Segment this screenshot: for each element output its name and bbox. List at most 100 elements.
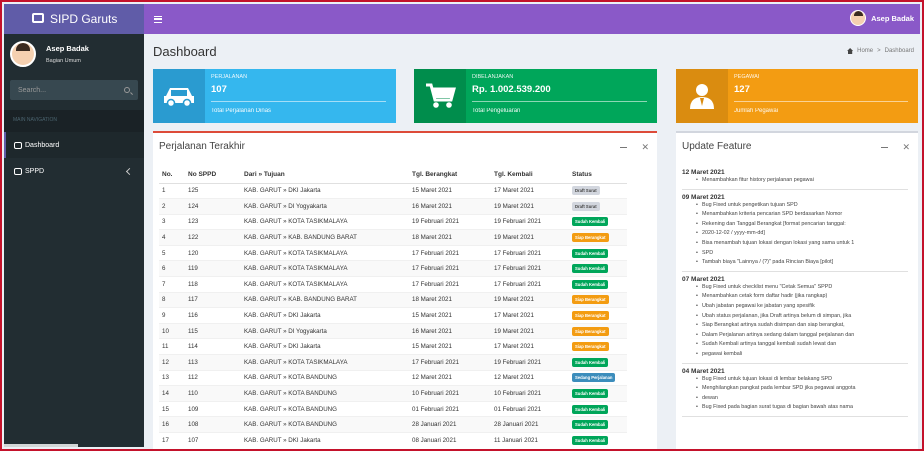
table-cell: 17 Maret 2021 <box>491 338 569 355</box>
table-cell: 19 Maret 2021 <box>491 229 569 246</box>
table-cell: KAB. GARUT » KOTA BANDUNG <box>241 416 409 433</box>
avatar <box>850 10 867 26</box>
collapse-icon[interactable] <box>881 147 889 149</box>
status-badge: Sudah Kembali <box>572 279 609 289</box>
table-cell: 17 Februari 2021 <box>409 276 491 293</box>
list-item: SPD <box>696 249 908 259</box>
table-cell: KAB. GARUT » KAB. BANDUNG BARAT <box>241 229 409 246</box>
table-cell: KAB. GARUT » KOTA BANDUNG <box>241 385 409 402</box>
table-cell: 01 Februari 2021 <box>409 400 491 417</box>
table-cell: 3 <box>159 213 185 230</box>
table-cell: 11 Januari 2021 <box>491 432 569 449</box>
table-cell: 6 <box>159 260 185 277</box>
navbar-user-name: Asep Badak <box>871 13 914 23</box>
table-cell: 115 <box>185 322 241 339</box>
collapse-icon[interactable] <box>620 147 628 149</box>
table-cell: 12 Maret 2021 <box>491 369 569 386</box>
avatar <box>10 41 36 67</box>
search-icon[interactable] <box>124 87 130 93</box>
table-row: 5 120 KAB. GARUT » KOTA TASIKMALAYA 17 Febr… <box>159 244 627 261</box>
table-cell: 122 <box>185 229 241 246</box>
app-logo[interactable]: SIPD Garuts <box>4 4 144 34</box>
table-cell: 13 <box>159 369 185 386</box>
col-departure: Tgl. Berangkat <box>409 167 491 184</box>
status-badge: Sudah Kembali <box>572 357 609 367</box>
table-cell: 28 Januari 2021 <box>409 416 491 433</box>
table-row: 7 118 KAB. GARUT » KOTA TASIKMALAYA 17 Febr… <box>159 276 627 293</box>
update-items: Bug Fixed untuk pengetikan tujuan SPDMen… <box>682 201 908 268</box>
table-cell: KAB. GARUT » KOTA TASIKMALAYA <box>241 354 409 371</box>
trips-panel-title: Perjalanan Terakhir <box>159 141 245 152</box>
table-cell: KAB. GARUT » KAB. BANDUNG BARAT <box>241 291 409 308</box>
table-cell: 124 <box>185 198 241 215</box>
table-cell: 17 Februari 2021 <box>491 276 569 293</box>
app-title: SIPD Garuts <box>50 12 118 26</box>
table-cell: 17 Februari 2021 <box>409 354 491 371</box>
list-item: Bug Fixed pada bagian surat tugas di bag… <box>696 403 908 413</box>
table-cell: 17 Maret 2021 <box>491 307 569 324</box>
table-cell: 1 <box>159 182 185 199</box>
table-cell: 17 Februari 2021 <box>491 260 569 277</box>
table-cell: 7 <box>159 276 185 293</box>
table-row: 17 107 KAB. GARUT » DKI Jakarta 08 Januari … <box>159 432 627 449</box>
table-cell: 15 Maret 2021 <box>409 307 491 324</box>
status-badge: Draft Surat <box>572 186 600 196</box>
breadcrumb: Home > Dashboard <box>847 48 914 54</box>
table-cell: KAB. GARUT » KOTA BANDUNG <box>241 400 409 417</box>
table-cell: 108 <box>185 416 241 433</box>
status-badge: Siap Berangkat <box>572 342 609 352</box>
table-cell: 110 <box>185 385 241 402</box>
sidebar-item-dashboard[interactable]: Dashboard <box>4 132 144 158</box>
update-items: Bug Fixed untuk checklist menu "Cetak Se… <box>682 283 908 360</box>
status-badge: Sudah Kembali <box>572 248 609 258</box>
status-badge: Draft Surat <box>572 201 600 211</box>
menu-toggle-icon[interactable] <box>154 15 162 23</box>
status-badge: Siap Berangkat <box>572 326 609 336</box>
table-cell: KAB. GARUT » KOTA TASIKMALAYA <box>241 244 409 261</box>
list-item: Bug Fixed untuk pengetikan tujuan SPD <box>696 201 908 211</box>
list-item: Ubah status perjalanan, jika Draft artin… <box>696 312 908 322</box>
table-cell: 4 <box>159 229 185 246</box>
search-placeholder: Search... <box>18 86 47 94</box>
info-box-value: Rp. 1.002.539.200 <box>472 84 551 95</box>
table-cell: KAB. GARUT » DKI Jakarta <box>241 338 409 355</box>
close-icon[interactable]: ✕ <box>641 142 649 152</box>
table-cell: KAB. GARUT » DKI Jakarta <box>241 182 409 199</box>
status-badge: Siap Berangkat <box>572 311 609 321</box>
monitor-icon <box>32 13 44 23</box>
list-item: Menambahkan cetak form daftar hadir (jik… <box>696 292 908 302</box>
table-cell: 19 Februari 2021 <box>409 213 491 230</box>
table-cell: 15 <box>159 400 185 417</box>
info-box-label: PEGAWAI <box>734 74 760 80</box>
breadcrumb-home[interactable]: Home <box>857 48 873 54</box>
sidebar-item-sppd[interactable]: SPPD <box>4 158 144 184</box>
scrollbar[interactable] <box>4 444 78 447</box>
table-cell: 17 Februari 2021 <box>409 260 491 277</box>
update-date: 09 Maret 2021 <box>682 193 725 201</box>
table-row: 14 110 KAB. GARUT » KOTA BANDUNG 10 Februar… <box>159 385 627 402</box>
search-input[interactable]: Search... <box>10 80 138 100</box>
update-date: 04 Maret 2021 <box>682 367 725 375</box>
breadcrumb-current: Dashboard <box>884 48 914 54</box>
list-item: Siap Berangkat artinya sudah disimpan da… <box>696 321 908 331</box>
table-cell: 10 Februari 2021 <box>409 385 491 402</box>
list-item: Tambah biaya "Lainnya / (?)" pada Rincia… <box>696 258 908 268</box>
close-icon[interactable]: ✕ <box>902 142 910 152</box>
update-list[interactable]: 12 Maret 2021Menambahkan fitur history p… <box>682 165 908 449</box>
cart-icon <box>414 69 466 123</box>
user-menu[interactable]: Asep Badak <box>850 10 914 26</box>
table-cell: 116 <box>185 307 241 324</box>
table-cell: 16 <box>159 416 185 433</box>
table-cell: 9 <box>159 307 185 324</box>
table-cell: 15 Maret 2021 <box>409 338 491 355</box>
table-row: 3 123 KAB. GARUT » KOTA TASIKMALAYA 19 Febr… <box>159 213 627 230</box>
table-cell: 01 Februari 2021 <box>491 400 569 417</box>
col-status: Status <box>569 167 627 184</box>
table-cell: 8 <box>159 291 185 308</box>
table-cell: KAB. GARUT » DI Yogyakarta <box>241 322 409 339</box>
table-cell: 114 <box>185 338 241 355</box>
table-cell: 113 <box>185 354 241 371</box>
sidebar-item-label: Dashboard <box>25 141 60 149</box>
table-row: 10 115 KAB. GARUT » DI Yogyakarta 16 Maret … <box>159 322 627 339</box>
table-cell: 08 Januari 2021 <box>409 432 491 449</box>
